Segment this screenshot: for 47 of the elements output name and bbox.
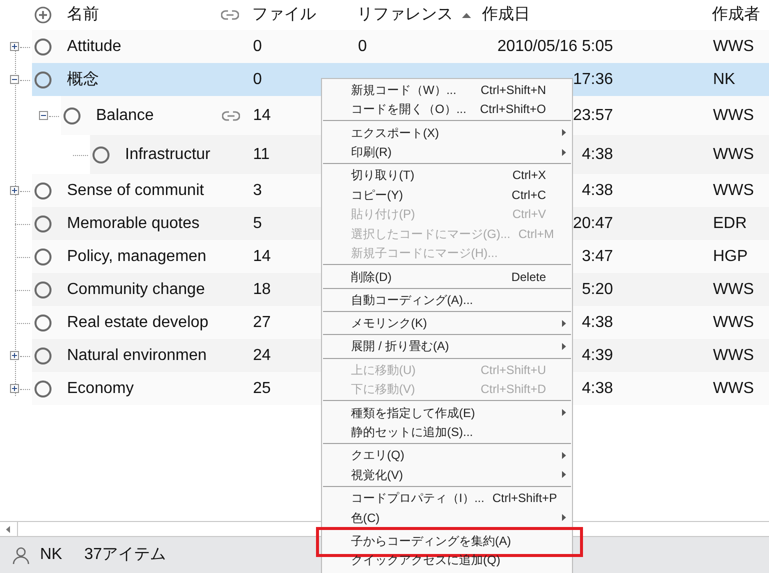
references-cell-text: 0	[358, 36, 367, 56]
files-cell-text: 11	[253, 144, 270, 164]
date-cell-text: 4:38	[582, 144, 613, 164]
date-cell-text: 4:38	[582, 312, 613, 332]
files-cell-text: 14	[253, 246, 271, 266]
date-cell-text: 4:38	[582, 378, 613, 398]
code-name: Infrastructur	[125, 144, 212, 164]
author-cell-text: NK	[713, 70, 736, 90]
date-cell-text: 5:20	[582, 280, 613, 300]
author-cell-text: WWS	[713, 106, 755, 126]
code-name: Policy, managemen	[67, 246, 208, 266]
author-cell-text: EDR	[713, 214, 748, 234]
code-name: 概念	[67, 70, 100, 90]
author-cell-text: WWS	[713, 180, 755, 200]
author-cell-text: WWS	[713, 36, 755, 56]
code-name: Sense of communit	[67, 180, 205, 200]
code-name: Attitude	[67, 36, 122, 56]
user-name: NK	[40, 545, 62, 565]
code-name: Natural environmen	[67, 346, 208, 366]
files-cell-text: 5	[253, 214, 262, 234]
files-cell-text: 3	[253, 180, 262, 200]
date-cell-text: 20:47	[572, 214, 613, 234]
code-name: Economy	[67, 378, 135, 398]
date-cell-text: 2010/05/16 5:05	[497, 36, 613, 56]
author-cell-text: HGP	[713, 246, 749, 266]
author-cell-text: WWS	[713, 144, 755, 164]
code-name: Community change	[67, 280, 206, 300]
code-name: Balance	[96, 106, 155, 126]
files-cell-text: 18	[253, 280, 271, 300]
item-count: 37アイテム	[84, 545, 166, 565]
code-name: Memorable quotes	[67, 214, 201, 234]
author-cell-text: WWS	[713, 312, 755, 332]
code-name: Real estate develop	[67, 312, 210, 332]
files-cell-text: 14	[253, 106, 271, 126]
date-cell-text: 4:38	[582, 180, 613, 200]
author-cell-text: WWS	[713, 378, 755, 398]
files-cell-text: 25	[253, 378, 271, 398]
date-cell-text: 4:39	[582, 346, 613, 366]
files-cell-text: 0	[253, 70, 262, 90]
author-cell-text: WWS	[713, 346, 755, 366]
files-cell-text: 27	[253, 312, 271, 332]
date-cell-text: 3:47	[582, 246, 613, 266]
date-cell-text: 23:57	[572, 106, 613, 126]
files-cell-text: 0	[253, 36, 262, 56]
author-cell-text: WWS	[713, 280, 755, 300]
date-cell-text: 17:36	[572, 70, 613, 90]
files-cell-text: 24	[253, 346, 271, 366]
